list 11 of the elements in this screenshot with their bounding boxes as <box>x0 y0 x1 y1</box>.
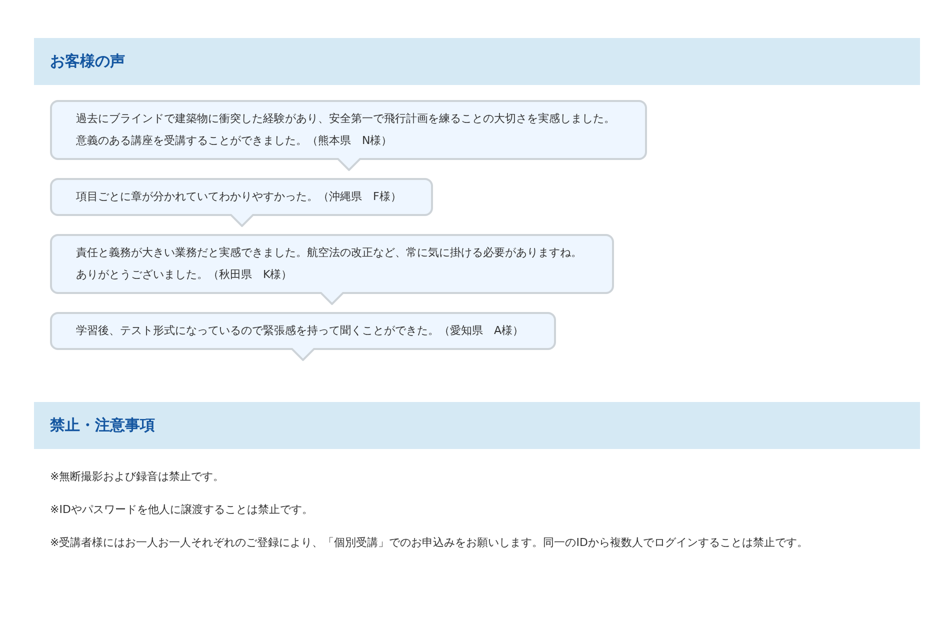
comment-text: 意義のある講座を受講することができました。（熊本県 N様） <box>76 133 394 149</box>
comment-text: 過去にブラインドで建築物に衝突した経験があり、安全第一で飛行計画を練ることの大切さを実感しました。 <box>76 111 615 127</box>
notice-text: ※受講者様にはお一人お一人それぞれのご登録により、「個別受講」でのお申込みをお願いします。同一のIDから複数人でログインすることは禁止です。 <box>50 535 809 551</box>
comment-text: 責任と義務が大きい業務だと実感できました。航空法の改正など、常に気に掛ける必要がありますね。 <box>76 245 582 261</box>
comment-text: 学習後、テスト形式になっているので緊張感を持って聞くことができた。（愛知県 A様） <box>76 323 524 339</box>
section-heading: 禁止・注意事項 <box>34 402 920 449</box>
notice-text: ※IDやパスワードを他人に譲渡することは禁止です。 <box>50 502 314 518</box>
notice-text: ※無断撮影および録音は禁止です。 <box>50 469 226 485</box>
comment-text: ありがとうございました。（秋田県 K様） <box>76 267 294 283</box>
section-heading: お客様の声 <box>34 38 920 85</box>
comment-text: 項目ごとに章が分かれていてわかりやすかった。（沖縄県 F様） <box>76 189 402 205</box>
